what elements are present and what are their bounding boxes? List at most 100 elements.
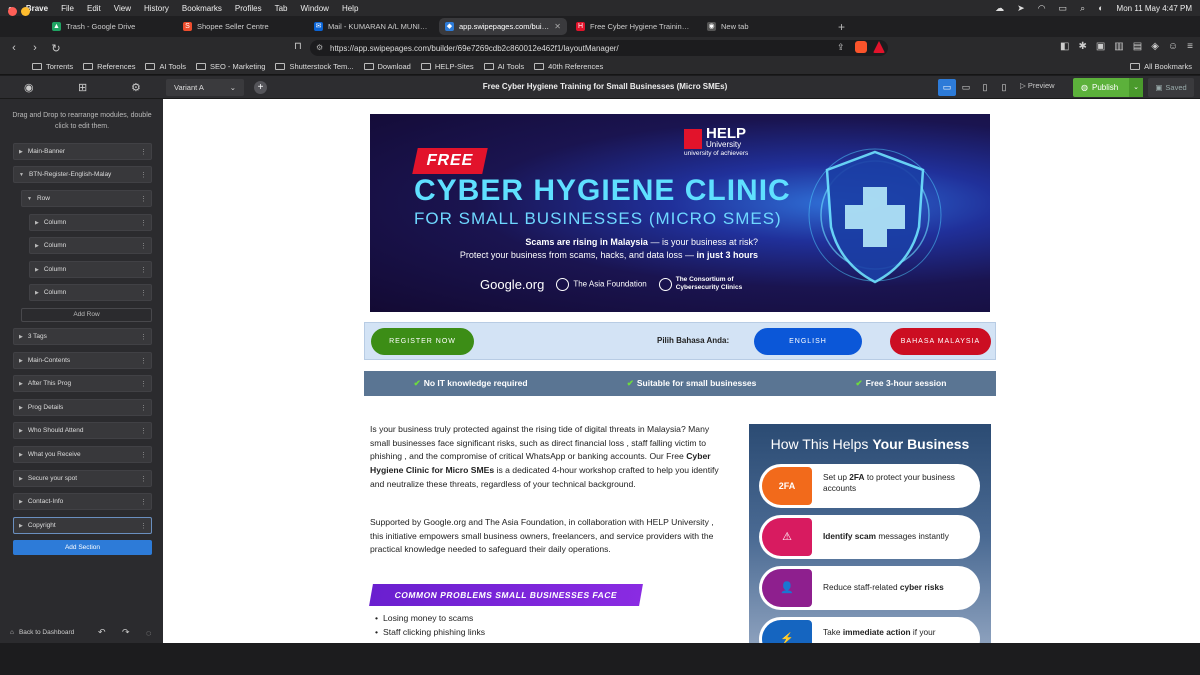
wallet-icon[interactable]: ▤ — [1133, 41, 1142, 52]
menu-history[interactable]: History — [144, 4, 169, 13]
home-icon[interactable]: ⌂ — [10, 629, 14, 636]
cloud-icon[interactable]: ☁ — [995, 3, 1004, 14]
caret-right-icon[interactable]: ▶ — [35, 220, 39, 226]
caret-right-icon[interactable]: ▶ — [19, 149, 23, 155]
caret-right-icon[interactable]: ▶ — [19, 523, 23, 529]
kebab-icon[interactable]: ⋮ — [140, 404, 147, 412]
kebab-icon[interactable]: ⋮ — [140, 357, 147, 365]
caret-right-icon[interactable]: ▶ — [19, 476, 23, 482]
desktop-view-icon[interactable]: ▭ — [938, 79, 956, 96]
share-icon[interactable]: ⇪ — [837, 42, 845, 53]
menu-window[interactable]: Window — [300, 4, 328, 13]
caret-right-icon[interactable]: ▶ — [19, 499, 23, 505]
caret-right-icon[interactable]: ▶ — [19, 358, 23, 364]
bookmark-folder[interactable]: Shutterstock Tem... — [275, 62, 354, 71]
add-section-button[interactable]: Add Section — [13, 540, 152, 555]
module-3-tags[interactable]: ▶ 3 Tags ⋮ — [13, 328, 152, 345]
bookmark-folder[interactable]: Download — [363, 62, 411, 71]
caret-right-icon[interactable]: ▶ — [19, 405, 23, 411]
menu-file[interactable]: File — [61, 4, 74, 13]
kebab-icon[interactable]: ⋮ — [140, 266, 147, 274]
english-button[interactable]: ENGLISH — [754, 328, 862, 355]
menu-clock[interactable]: Mon 11 May 4:47 PM — [1117, 4, 1192, 13]
layout-grid-icon[interactable]: ⊞ — [78, 81, 87, 94]
wifi-icon[interactable]: ◠ — [1038, 3, 1046, 14]
kebab-icon[interactable]: ⋮ — [140, 242, 147, 250]
tab-google-drive[interactable]: ▲ Trash - Google Drive — [46, 18, 174, 35]
kebab-icon[interactable]: ⋮ — [140, 427, 147, 435]
module-what-receive[interactable]: ▶ What you Receive ⋮ — [13, 446, 152, 463]
preview-button[interactable]: ▷ Preview — [1020, 81, 1055, 90]
caret-right-icon[interactable]: ▶ — [35, 267, 39, 273]
window-minimize-icon[interactable] — [21, 7, 30, 16]
close-tab-icon[interactable]: ✕ — [554, 22, 561, 31]
location-icon[interactable]: ➤ — [1017, 3, 1025, 14]
eye-icon[interactable]: ◉ — [24, 81, 34, 94]
window-close-icon[interactable] — [8, 7, 17, 16]
kebab-icon[interactable]: ⋮ — [140, 380, 147, 388]
sidebar-icon[interactable]: ▥ — [1114, 41, 1123, 52]
menu-icon[interactable]: ≡ — [1187, 41, 1193, 52]
module-column[interactable]: ▶ Column ⋮ — [29, 214, 152, 231]
site-info-icon[interactable]: ⚙ — [316, 43, 323, 52]
module-who-attend[interactable]: ▶ Who Should Attend ⋮ — [13, 422, 152, 439]
kebab-icon[interactable]: ⋮ — [140, 475, 147, 483]
kebab-icon[interactable]: ⋮ — [140, 289, 147, 297]
kebab-icon[interactable]: ⋮ — [140, 195, 147, 203]
redo-icon[interactable]: ↷ — [122, 627, 130, 638]
bahasa-malaysia-button[interactable]: BAHASA MALAYSIA — [890, 328, 991, 355]
control-center-icon[interactable]: ◐ — [1098, 3, 1103, 13]
module-secure-spot[interactable]: ▶ Secure your spot ⋮ — [13, 470, 152, 487]
extension-icon[interactable]: ◧ — [1060, 41, 1069, 52]
caret-right-icon[interactable]: ▶ — [35, 290, 39, 296]
kebab-icon[interactable]: ⋮ — [140, 219, 147, 227]
caret-right-icon[interactable]: ▶ — [19, 452, 23, 458]
menu-bookmarks[interactable]: Bookmarks — [182, 4, 222, 13]
tab-help-university[interactable]: HFree Cyber Hygiene Training for Sm — [570, 18, 698, 35]
vpn-icon[interactable]: ◈ — [1151, 41, 1159, 52]
kebab-icon[interactable]: ⋮ — [140, 148, 147, 156]
bookmark-folder[interactable]: Torrents — [32, 62, 73, 71]
module-main-contents[interactable]: ▶ Main-Contents ⋮ — [13, 352, 152, 369]
bookmark-icon[interactable]: ⊓ — [294, 41, 302, 52]
module-prog-details[interactable]: ▶ Prog Details ⋮ — [13, 399, 152, 416]
add-variant-plus-icon[interactable]: + — [254, 81, 267, 94]
laptop-view-icon[interactable]: ▭ — [957, 79, 975, 96]
bookmark-folder[interactable]: References — [83, 62, 135, 71]
all-bookmarks[interactable]: All Bookmarks — [1130, 62, 1192, 71]
menu-view[interactable]: View — [114, 4, 131, 13]
kebab-icon[interactable]: ⋮ — [140, 522, 147, 530]
bookmark-folder[interactable]: 40th References — [534, 62, 603, 71]
caret-right-icon[interactable]: ▶ — [35, 243, 39, 249]
module-row[interactable]: ▼ Row ⋮ — [21, 190, 152, 207]
puzzle-icon[interactable]: ✱ — [1078, 41, 1086, 52]
tab-mail[interactable]: ✉ Mail - KUMARAN A/L MUNIANDY — [308, 18, 436, 35]
menu-help[interactable]: Help — [342, 4, 358, 13]
main-banner[interactable]: FREE CYBER HYGIENE CLINIC FOR SMALL BUSI… — [370, 114, 990, 312]
menu-profiles[interactable]: Profiles — [235, 4, 262, 13]
caret-down-icon[interactable]: ▼ — [27, 196, 32, 202]
undo-icon[interactable]: ↶ — [98, 627, 106, 638]
menu-edit[interactable]: Edit — [87, 4, 101, 13]
register-now-button[interactable]: REGISTER NOW — [371, 328, 474, 355]
module-main-banner[interactable]: ▶ Main-Banner ⋮ — [13, 143, 152, 160]
bookmark-folder[interactable]: HELP-Sites — [420, 62, 474, 71]
kebab-icon[interactable]: ⋮ — [140, 171, 147, 179]
add-row-button[interactable]: Add Row — [21, 308, 152, 322]
variant-select[interactable]: Variant A ⌄ — [166, 79, 244, 96]
bookmark-folder[interactable]: AI Tools — [145, 62, 186, 71]
caret-down-icon[interactable]: ▼ — [19, 172, 24, 178]
module-copyright[interactable]: ▶ Copyright ⋮ — [13, 517, 152, 534]
module-column[interactable]: ▶ Column ⋮ — [29, 284, 152, 301]
kebab-icon[interactable]: ⋮ — [140, 333, 147, 341]
tab-new[interactable]: ◉ New tab — [701, 18, 829, 35]
url-bar[interactable]: ⚙ https://app.swipepages.com/builder/69e… — [310, 40, 888, 56]
kebab-icon[interactable]: ⋮ — [140, 451, 147, 459]
module-column[interactable]: ▶ Column ⋮ — [29, 261, 152, 278]
module-contact-info[interactable]: ▶ Contact-Info ⋮ — [13, 493, 152, 510]
publish-button[interactable]: ◍ Publish — [1073, 78, 1129, 97]
gear-icon[interactable]: ⚙ — [131, 81, 141, 94]
caret-right-icon[interactable]: ▶ — [19, 334, 23, 340]
back-arrow-icon[interactable]: ‹ — [8, 42, 20, 54]
module-column[interactable]: ▶ Column ⋮ — [29, 237, 152, 254]
